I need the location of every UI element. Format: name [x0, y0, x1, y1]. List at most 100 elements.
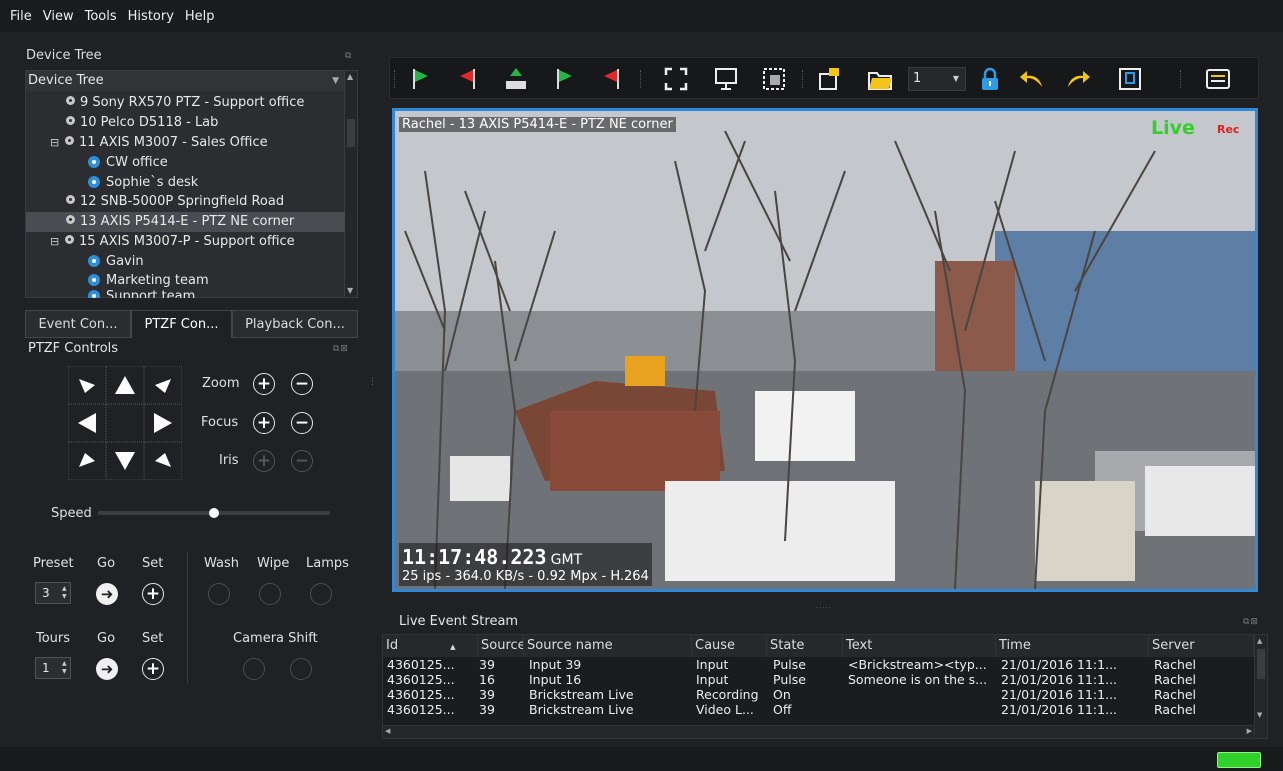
tree-item-camera[interactable]: ⊟ 11 AXIS M3007 - Sales Office	[26, 133, 345, 153]
menu-file[interactable]: File	[10, 9, 32, 24]
preset-spinbox[interactable]: 3	[35, 582, 71, 604]
shift-left-button[interactable]	[243, 658, 265, 680]
goto-start-icon[interactable]	[550, 65, 578, 93]
pan-up-left-button[interactable]	[68, 366, 106, 404]
tab-playback-control[interactable]: Playback Con...	[232, 310, 358, 338]
scroll-thumb[interactable]	[347, 119, 355, 147]
tilt-down-button[interactable]	[106, 442, 144, 480]
pan-up-right-button[interactable]	[144, 366, 182, 404]
column-header-state[interactable]: State	[767, 635, 843, 657]
open-folder-icon[interactable]	[866, 65, 894, 93]
pan-down-left-button[interactable]	[68, 442, 106, 480]
live-video-view[interactable]: Rachel - 13 AXIS P5414-E - PTZ NE corner…	[392, 108, 1258, 592]
tab-ptzf-control[interactable]: PTZF Con...	[131, 310, 232, 338]
scroll-up-icon[interactable]: ▲	[347, 72, 353, 81]
collapse-icon[interactable]: ⊟	[50, 133, 60, 153]
tree-item-view[interactable]: Marketing team	[26, 271, 345, 291]
iris-close-button[interactable]: −	[291, 450, 313, 472]
wash-button[interactable]	[208, 583, 230, 605]
tree-item-label: Gavin	[106, 254, 144, 269]
scroll-right-icon[interactable]: ▶	[1247, 727, 1252, 735]
column-header-source-name[interactable]: Source name	[524, 635, 692, 657]
preset-go-button[interactable]: ➜	[96, 583, 118, 605]
goto-end-icon[interactable]	[598, 65, 626, 93]
horizontal-scrollbar[interactable]: ◀ ▶	[383, 725, 1254, 738]
zoom-out-button[interactable]: −	[291, 373, 313, 395]
monitor-icon[interactable]	[712, 65, 740, 93]
tree-item-view[interactable]: Support team	[26, 290, 345, 298]
zoom-in-button[interactable]: +	[253, 373, 275, 395]
camera-shift-label: Camera Shift	[233, 631, 318, 646]
speed-slider[interactable]	[98, 508, 330, 518]
column-header-cause[interactable]: Cause	[692, 635, 767, 657]
splitter-handle[interactable]: .....	[816, 602, 832, 610]
speed-slider-handle[interactable]	[209, 508, 219, 518]
dock-float-icon[interactable]: ⧉	[345, 51, 352, 61]
tours-spinbox[interactable]: 1	[35, 657, 71, 679]
iris-open-button[interactable]: +	[253, 450, 275, 472]
mark-start-icon[interactable]	[406, 65, 434, 93]
tree-item-camera[interactable]: 12 SNB-5000P Springfield Road	[26, 192, 345, 212]
device-tree-scrollbar[interactable]: ▲ ▼	[344, 71, 357, 297]
column-header-text[interactable]: Text	[843, 635, 996, 657]
focus-near-button[interactable]: +	[253, 412, 275, 434]
menu-help[interactable]: Help	[185, 9, 215, 24]
tree-item-camera[interactable]: ⊟ 15 AXIS M3007-P - Support office	[26, 232, 345, 252]
fullscreen-icon[interactable]	[662, 65, 690, 93]
lock-icon[interactable]	[976, 65, 1004, 93]
mark-end-icon[interactable]	[454, 65, 482, 93]
tab-event-control[interactable]: Event Con...	[25, 310, 131, 338]
table-row[interactable]: 4360125... 39 Brickstream Live Recording…	[383, 687, 1254, 702]
wipe-button[interactable]	[259, 583, 281, 605]
dock-float-close-icon[interactable]: ⧉⊠	[333, 344, 349, 354]
tree-item-camera-selected[interactable]: 13 AXIS P5414-E - PTZ NE corner	[26, 212, 345, 232]
tree-item-view[interactable]: Sophie`s desk	[26, 173, 345, 193]
menu-history[interactable]: History	[128, 9, 174, 24]
focus-far-button[interactable]: −	[291, 412, 313, 434]
chevron-down-icon[interactable]: ▼	[332, 71, 339, 91]
menu-view[interactable]: View	[43, 9, 74, 24]
column-header-id[interactable]: Id ▲	[383, 635, 478, 657]
column-header-source[interactable]: Source	[478, 635, 524, 657]
preset-set-button[interactable]: +	[142, 583, 164, 605]
table-row[interactable]: 4360125... 16 Input 16 Input Pulse Someo…	[383, 672, 1254, 687]
tree-item-camera[interactable]: 10 Pelco D5118 - Lab	[26, 113, 345, 133]
tour-go-button[interactable]: ➜	[96, 658, 118, 680]
scroll-down-icon[interactable]: ▼	[1257, 711, 1262, 719]
splitter-handle[interactable]: ⋮	[368, 378, 377, 387]
column-header-time[interactable]: Time	[996, 635, 1149, 657]
frame-icon[interactable]	[1116, 65, 1144, 93]
column-header-server[interactable]: Server	[1149, 635, 1254, 657]
pan-right-button[interactable]	[144, 404, 182, 442]
scroll-down-icon[interactable]: ▼	[347, 286, 353, 295]
snapshot-icon[interactable]	[816, 65, 844, 93]
shift-right-button[interactable]	[290, 658, 312, 680]
table-row[interactable]: 4360125... 39 Brickstream Live Video L..…	[383, 702, 1254, 717]
settings-panel-icon[interactable]	[1204, 65, 1232, 93]
device-tree-header[interactable]: Device Tree ▼	[26, 71, 345, 91]
dock-float-close-icon[interactable]: ⧉⊠	[1243, 617, 1259, 627]
scroll-up-icon[interactable]: ▲	[1257, 637, 1262, 645]
collapse-icon[interactable]: ⊟	[50, 232, 60, 252]
redo-icon[interactable]	[1064, 65, 1092, 93]
tour-set-button[interactable]: +	[142, 658, 164, 680]
layout-icon[interactable]	[760, 65, 788, 93]
view-icon	[88, 274, 100, 286]
pan-left-button[interactable]	[68, 404, 106, 442]
tree-item-camera[interactable]: 9 Sony RX570 PTZ - Support office	[26, 93, 345, 113]
export-clip-icon[interactable]	[502, 65, 530, 93]
lamps-button[interactable]	[310, 583, 332, 605]
table-row[interactable]: 4360125... 39 Input 39 Input Pulse <Bric…	[383, 657, 1254, 672]
tilt-up-button[interactable]	[106, 366, 144, 404]
vertical-scrollbar[interactable]: ▲ ▼	[1254, 635, 1267, 738]
scroll-left-icon[interactable]: ◀	[385, 727, 390, 735]
menu-tools[interactable]: Tools	[85, 9, 117, 24]
tree-item-view[interactable]: Gavin	[26, 252, 345, 272]
arrow-right-icon: ➜	[100, 584, 114, 603]
tree-item-view[interactable]: CW office	[26, 153, 345, 173]
scroll-thumb[interactable]	[1257, 649, 1265, 679]
go-label: Go	[97, 556, 116, 571]
undo-icon[interactable]	[1018, 65, 1046, 93]
stream-select[interactable]: 1 ▼	[908, 67, 966, 91]
pan-down-right-button[interactable]	[144, 442, 182, 480]
